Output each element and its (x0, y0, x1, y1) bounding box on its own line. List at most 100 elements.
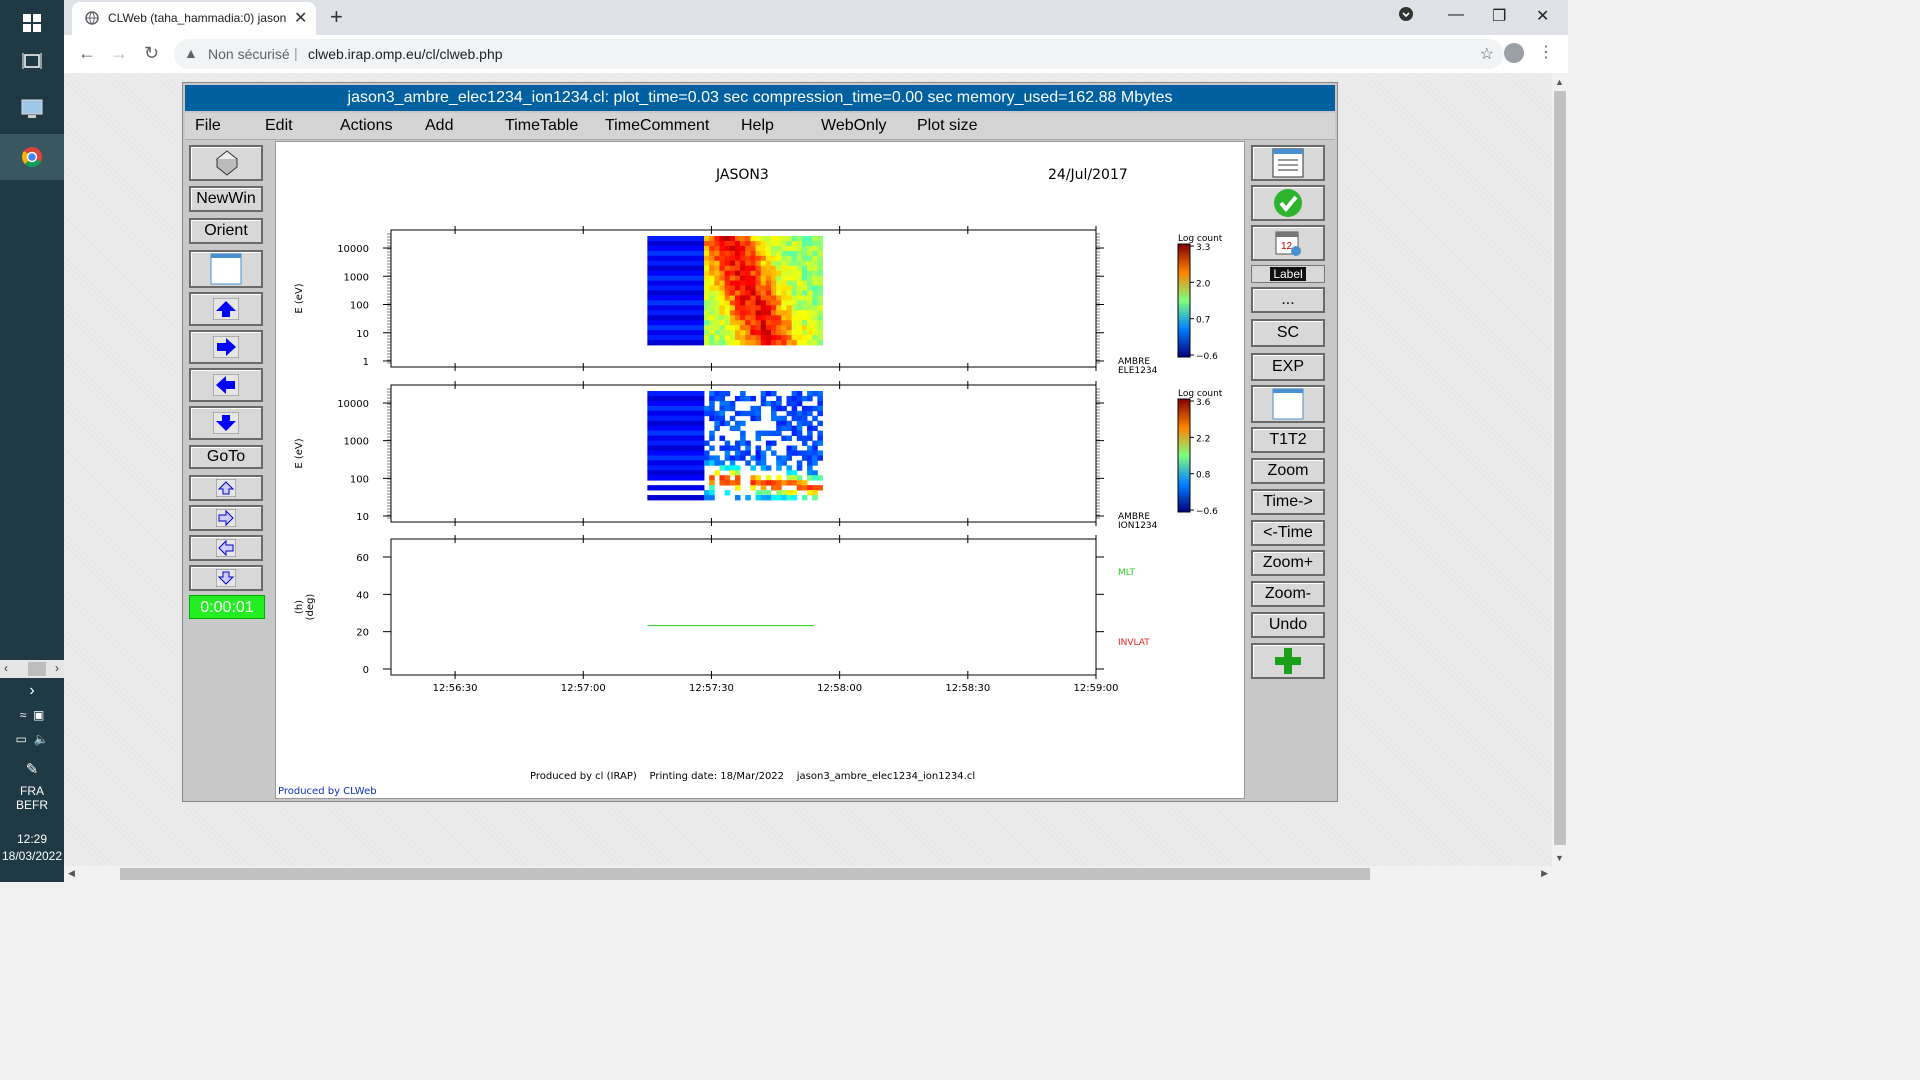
chrome-menu-icon[interactable]: ⋮ (1538, 42, 1554, 62)
spectrogram-cell (652, 280, 659, 286)
produced-by-label[interactable]: Produced by CLWeb (278, 786, 377, 797)
spectrogram-cell (817, 280, 823, 286)
taskbar-scroll-thumb[interactable] (28, 662, 46, 676)
reload-icon[interactable]: ↻ (144, 43, 159, 64)
sc-button[interactable]: SC (1251, 319, 1325, 347)
goto-button[interactable]: GoTo (189, 445, 263, 469)
language-indicator[interactable]: FRA BEFR (0, 784, 64, 812)
computer-app-icon[interactable] (0, 86, 64, 132)
print-button[interactable] (189, 145, 263, 181)
browser-tab[interactable]: CLWeb (taha_hammadia:0) jason3_ambre_ele… (72, 2, 316, 35)
tray-expand-icon[interactable]: › (0, 682, 64, 700)
clock[interactable]: 12:29 18/03/2022 (0, 832, 64, 863)
page-vertical-scrollbar[interactable]: ▲ ▼ (1552, 73, 1568, 868)
device-icon[interactable]: ▣ (33, 708, 44, 722)
zoom-out-button[interactable]: Zoom- (1251, 581, 1325, 607)
spectrogram-cell (786, 270, 793, 277)
battery-icon[interactable]: ▭ (16, 732, 27, 746)
ok-button[interactable] (1251, 185, 1325, 221)
spectrogram-cell (791, 395, 798, 402)
more-button[interactable]: ... (1251, 287, 1325, 313)
scroll-right-arrow-icon[interactable]: ▶ (1541, 868, 1548, 879)
spectrogram-cell (734, 260, 741, 267)
newwin-button[interactable]: NewWin (189, 186, 263, 212)
spectrogram-cell (652, 395, 659, 402)
scroll-left-arrow-icon[interactable]: ◀ (68, 868, 75, 879)
menu-file[interactable]: File (195, 117, 221, 135)
scroll-up-arrow-icon[interactable]: ▲ (1555, 77, 1564, 87)
scroll-up-button[interactable] (189, 292, 263, 326)
security-label[interactable]: Non sécurisé (208, 46, 290, 62)
list-window-button[interactable] (1251, 145, 1325, 181)
spectrogram-cell (807, 245, 813, 252)
spectrogram-cell (652, 310, 659, 316)
spectrogram-cell (662, 495, 669, 501)
back-icon[interactable]: ← (78, 43, 96, 64)
scroll-right-icon[interactable]: › (55, 661, 59, 675)
scroll-left-button[interactable] (189, 368, 263, 402)
pen-icon[interactable]: ✎ (0, 760, 64, 778)
orient-button[interactable]: Orient (189, 218, 263, 244)
volume-icon[interactable]: 🔈 (34, 732, 49, 746)
time-back-button[interactable]: <-Time (1251, 520, 1325, 546)
new-window-button[interactable] (1251, 385, 1325, 423)
spectrogram-cell (678, 295, 684, 301)
task-view-icon[interactable] (0, 38, 64, 84)
new-tab-icon[interactable]: + (330, 4, 343, 30)
minimize-icon[interactable]: — (1448, 6, 1464, 24)
spectrogram-cell (734, 280, 741, 286)
small-up-button[interactable] (189, 475, 263, 501)
t1t2-button[interactable]: T1T2 (1251, 427, 1325, 453)
scroll-down-arrow-icon[interactable]: ▼ (1555, 853, 1564, 863)
scroll-down-button[interactable] (189, 406, 263, 440)
add-panel-button[interactable] (1251, 643, 1325, 679)
taskbar-scroller[interactable]: ‹ › (0, 660, 64, 678)
profile-avatar[interactable] (1504, 43, 1524, 63)
spectrogram-cell (704, 236, 710, 242)
vertical-scroll-thumb[interactable] (1554, 91, 1566, 845)
spectrogram-cell (704, 270, 710, 277)
spectrogram-cell (781, 315, 787, 321)
address-bar[interactable]: ▲ Non sécurisé | clweb.irap.omp.eu/cl/cl… (174, 39, 1504, 69)
small-right-button[interactable] (189, 505, 263, 531)
menu-plot-size[interactable]: Plot size (917, 117, 977, 135)
label-button[interactable]: Label (1251, 265, 1325, 283)
spectrogram-cell (657, 425, 664, 432)
menu-actions[interactable]: Actions (340, 117, 392, 135)
menu-timecomment[interactable]: TimeComment (605, 117, 709, 135)
time-forward-button[interactable]: Time-> (1251, 489, 1325, 515)
bookmark-star-icon[interactable]: ☆ (1480, 44, 1494, 64)
undo-button[interactable]: Undo (1251, 612, 1325, 638)
calendar-button[interactable]: 12 (1251, 225, 1325, 261)
plot-canvas[interactable]: JASON3 24/Jul/2017 10000 1000 100 10 1 E (eV)… (275, 141, 1245, 799)
menu-add[interactable]: Add (425, 117, 453, 135)
zoom-button[interactable]: Zoom (1251, 458, 1325, 484)
menu-timetable[interactable]: TimeTable (505, 117, 578, 135)
spectrogram-cell (683, 300, 689, 306)
chrome-app-icon[interactable] (0, 134, 64, 180)
close-window-icon[interactable]: ✕ (1536, 6, 1549, 26)
page-horizontal-scrollbar[interactable]: ◀ ▶ (64, 866, 1552, 882)
warning-icon[interactable]: ▲ (184, 45, 198, 61)
menu-help[interactable]: Help (741, 117, 774, 135)
wifi-icon[interactable]: ≈ (20, 708, 27, 722)
url-text[interactable]: clweb.irap.omp.eu/cl/clweb.php (308, 46, 503, 62)
zoom-in-button[interactable]: Zoom+ (1251, 550, 1325, 576)
window-button[interactable] (189, 250, 263, 288)
spectrogram-cell (657, 255, 664, 262)
spectrogram-cell (647, 260, 653, 267)
menu-edit[interactable]: Edit (265, 117, 293, 135)
scroll-left-icon[interactable]: ‹ (4, 661, 8, 675)
spectrogram-cell (817, 265, 823, 272)
spectrogram-cell (683, 240, 689, 247)
tab-search-icon[interactable] (1398, 6, 1414, 27)
restore-icon[interactable]: ❐ (1492, 6, 1506, 26)
small-left-button[interactable] (189, 535, 263, 561)
exp-button[interactable]: EXP (1251, 353, 1325, 381)
menu-webonly[interactable]: WebOnly (821, 117, 887, 135)
close-tab-icon[interactable]: ✕ (294, 8, 307, 28)
scroll-right-button[interactable] (189, 330, 263, 364)
small-down-button[interactable] (189, 565, 263, 591)
forward-icon[interactable]: → (110, 43, 128, 64)
horizontal-scroll-thumb[interactable] (120, 868, 1370, 880)
